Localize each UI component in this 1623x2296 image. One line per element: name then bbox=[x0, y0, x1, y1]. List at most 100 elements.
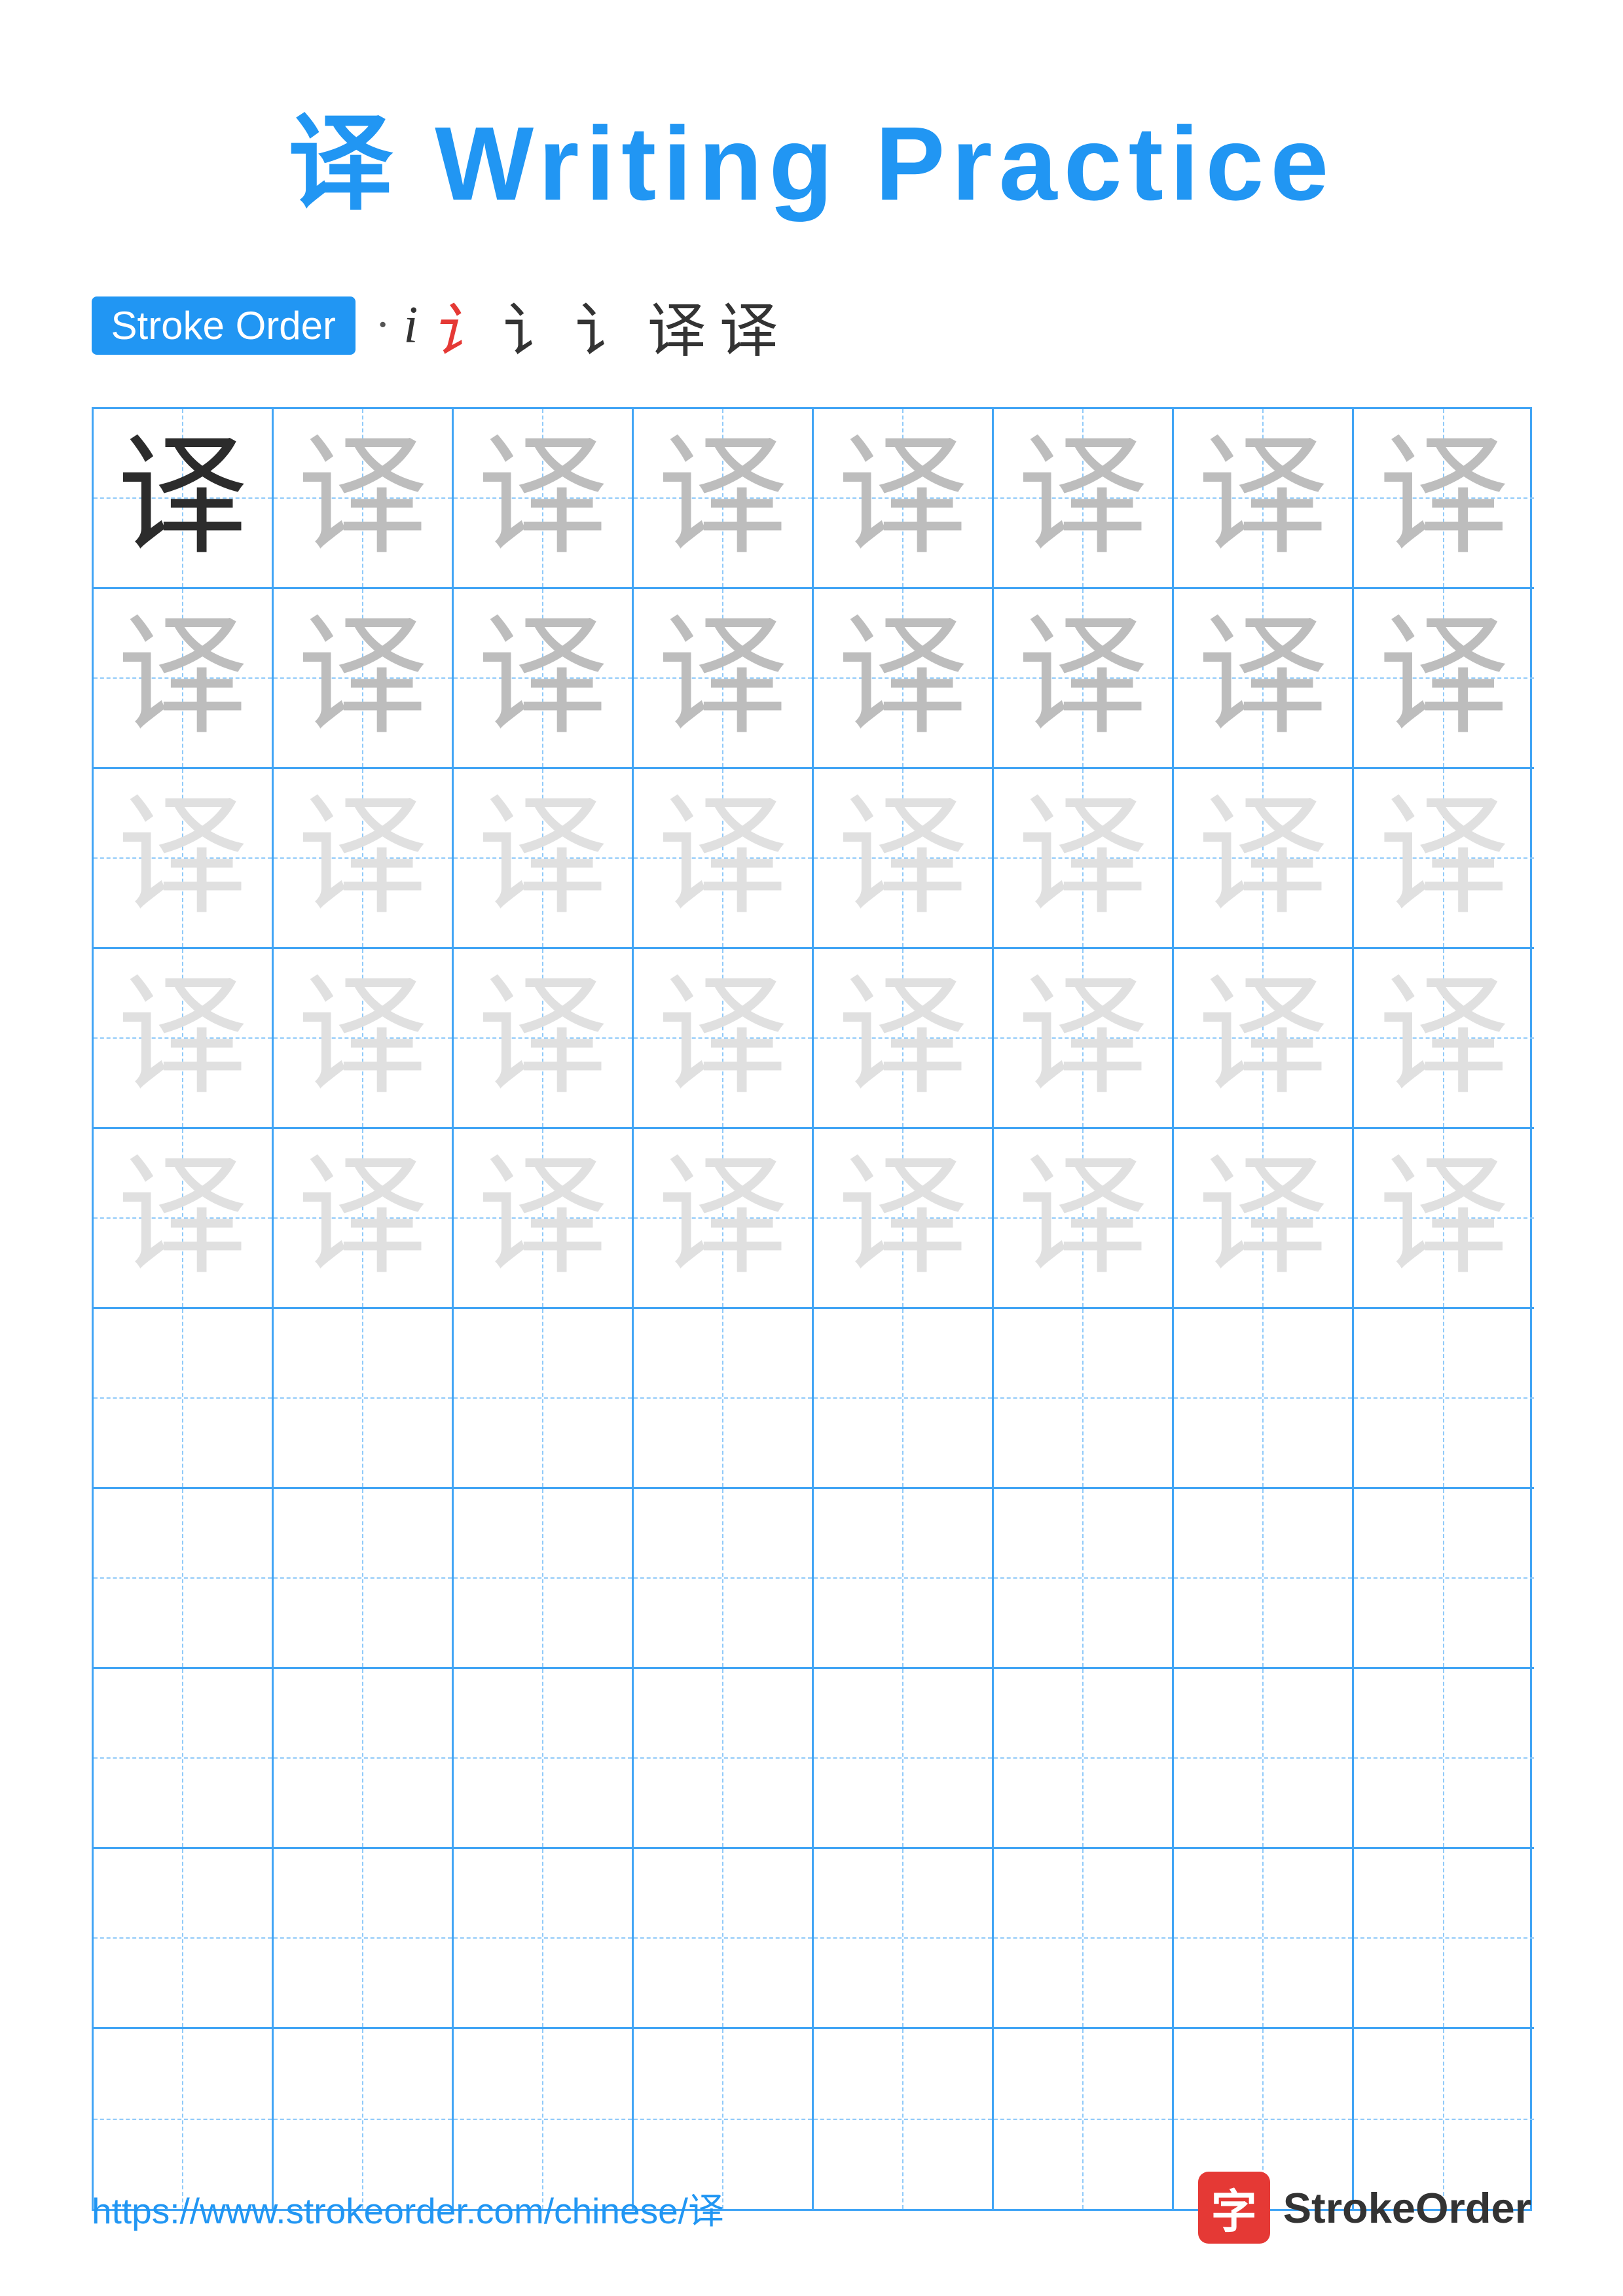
grid-cell[interactable]: 译 bbox=[994, 409, 1174, 589]
grid-cell[interactable] bbox=[274, 1669, 454, 1849]
grid-cell[interactable]: 译 bbox=[94, 1129, 274, 1309]
practice-char: 译 bbox=[477, 793, 608, 924]
grid-cell[interactable] bbox=[814, 1849, 994, 2029]
practice-char: 译 bbox=[1197, 1153, 1328, 1283]
grid-cell[interactable] bbox=[94, 1669, 274, 1849]
grid-cell[interactable]: 译 bbox=[994, 589, 1174, 769]
grid-cell[interactable]: 译 bbox=[994, 769, 1174, 949]
grid-cell[interactable]: 译 bbox=[634, 949, 814, 1129]
grid-cell[interactable] bbox=[1354, 1309, 1534, 1489]
stroke-seq-7: 译 bbox=[720, 283, 778, 368]
grid-cell[interactable] bbox=[94, 1849, 274, 2029]
grid-cell[interactable] bbox=[454, 1309, 634, 1489]
practice-char: 译 bbox=[1378, 433, 1509, 564]
grid-cell[interactable]: 译 bbox=[814, 949, 994, 1129]
grid-cell[interactable]: 译 bbox=[94, 769, 274, 949]
grid-cell[interactable] bbox=[634, 1309, 814, 1489]
grid-cell[interactable]: 译 bbox=[454, 589, 634, 769]
grid-cell[interactable]: 译 bbox=[814, 589, 994, 769]
grid-cell[interactable] bbox=[1174, 1849, 1354, 2029]
footer: https://www.strokeorder.com/chinese/译 字 … bbox=[92, 2172, 1531, 2244]
grid-cell[interactable]: 译 bbox=[274, 949, 454, 1129]
stroke-order-badge: Stroke Order bbox=[92, 296, 356, 355]
grid-cell[interactable] bbox=[274, 1489, 454, 1669]
practice-char: 译 bbox=[297, 433, 428, 564]
grid-cell[interactable] bbox=[1354, 1669, 1534, 1849]
grid-cell[interactable] bbox=[994, 1669, 1174, 1849]
grid-cell[interactable]: 译 bbox=[1354, 769, 1534, 949]
practice-char: 译 bbox=[117, 613, 247, 744]
grid-cell[interactable]: 译 bbox=[814, 409, 994, 589]
grid-row bbox=[94, 1669, 1530, 1849]
grid-cell[interactable] bbox=[994, 1309, 1174, 1489]
grid-cell[interactable]: 译 bbox=[94, 409, 274, 589]
grid-cell[interactable] bbox=[454, 1489, 634, 1669]
grid-cell[interactable]: 译 bbox=[1354, 589, 1534, 769]
grid-row bbox=[94, 1309, 1530, 1489]
grid-row: 译译译译译译译译 bbox=[94, 1129, 1530, 1309]
stroke-seq-1: · bbox=[375, 299, 390, 351]
practice-char: 译 bbox=[1197, 973, 1328, 1103]
practice-grid: 译译译译译译译译译译译译译译译译译译译译译译译译译译译译译译译译译译译译译译译译 bbox=[92, 407, 1532, 2211]
grid-row: 译译译译译译译译 bbox=[94, 949, 1530, 1129]
grid-cell[interactable]: 译 bbox=[274, 589, 454, 769]
grid-cell[interactable] bbox=[994, 1849, 1174, 2029]
practice-char: 译 bbox=[1017, 433, 1148, 564]
practice-char: 译 bbox=[837, 613, 968, 744]
grid-cell[interactable]: 译 bbox=[1174, 409, 1354, 589]
grid-cell[interactable]: 译 bbox=[994, 1129, 1174, 1309]
grid-cell[interactable]: 译 bbox=[274, 409, 454, 589]
stroke-order-section: Stroke Order · i 讠 讠 讠 译 译 bbox=[92, 283, 1532, 368]
grid-cell[interactable]: 译 bbox=[634, 409, 814, 589]
grid-cell[interactable] bbox=[1174, 1669, 1354, 1849]
grid-cell[interactable]: 译 bbox=[454, 949, 634, 1129]
grid-cell[interactable]: 译 bbox=[994, 949, 1174, 1129]
grid-cell[interactable] bbox=[994, 1489, 1174, 1669]
grid-cell[interactable] bbox=[274, 1849, 454, 2029]
grid-cell[interactable] bbox=[814, 1309, 994, 1489]
grid-cell[interactable] bbox=[274, 1309, 454, 1489]
grid-row: 译译译译译译译译 bbox=[94, 769, 1530, 949]
grid-cell[interactable]: 译 bbox=[274, 769, 454, 949]
grid-cell[interactable]: 译 bbox=[94, 949, 274, 1129]
grid-cell[interactable]: 译 bbox=[634, 769, 814, 949]
grid-cell[interactable]: 译 bbox=[1174, 589, 1354, 769]
grid-cell[interactable] bbox=[1354, 1849, 1534, 2029]
grid-cell[interactable] bbox=[1354, 1489, 1534, 1669]
grid-cell[interactable]: 译 bbox=[274, 1129, 454, 1309]
footer-logo: 字 StrokeOrder bbox=[1198, 2172, 1531, 2244]
practice-char: 译 bbox=[1378, 1153, 1509, 1283]
practice-char: 译 bbox=[297, 613, 428, 744]
practice-char: 译 bbox=[477, 1153, 608, 1283]
grid-cell[interactable] bbox=[1174, 1309, 1354, 1489]
grid-cell[interactable]: 译 bbox=[634, 1129, 814, 1309]
grid-cell[interactable] bbox=[814, 1669, 994, 1849]
grid-row: 译译译译译译译译 bbox=[94, 589, 1530, 769]
practice-char: 译 bbox=[117, 433, 247, 564]
grid-cell[interactable]: 译 bbox=[1354, 409, 1534, 589]
grid-cell[interactable] bbox=[1174, 1489, 1354, 1669]
practice-char: 译 bbox=[837, 1153, 968, 1283]
grid-cell[interactable]: 译 bbox=[454, 409, 634, 589]
grid-cell[interactable]: 译 bbox=[814, 769, 994, 949]
grid-cell[interactable] bbox=[814, 1489, 994, 1669]
grid-cell[interactable] bbox=[634, 1489, 814, 1669]
grid-cell[interactable] bbox=[634, 1669, 814, 1849]
grid-cell[interactable]: 译 bbox=[634, 589, 814, 769]
grid-cell[interactable] bbox=[454, 1849, 634, 2029]
grid-cell[interactable]: 译 bbox=[1174, 949, 1354, 1129]
grid-cell[interactable]: 译 bbox=[94, 589, 274, 769]
grid-cell[interactable]: 译 bbox=[814, 1129, 994, 1309]
grid-cell[interactable]: 译 bbox=[1354, 1129, 1534, 1309]
grid-cell[interactable]: 译 bbox=[454, 1129, 634, 1309]
grid-cell[interactable]: 译 bbox=[1354, 949, 1534, 1129]
grid-cell[interactable]: 译 bbox=[1174, 769, 1354, 949]
practice-char: 译 bbox=[1197, 433, 1328, 564]
grid-cell[interactable] bbox=[454, 1669, 634, 1849]
grid-cell[interactable] bbox=[94, 1309, 274, 1489]
footer-logo-text: StrokeOrder bbox=[1283, 2183, 1531, 2233]
grid-cell[interactable]: 译 bbox=[1174, 1129, 1354, 1309]
grid-cell[interactable]: 译 bbox=[454, 769, 634, 949]
grid-cell[interactable] bbox=[94, 1489, 274, 1669]
grid-cell[interactable] bbox=[634, 1849, 814, 2029]
